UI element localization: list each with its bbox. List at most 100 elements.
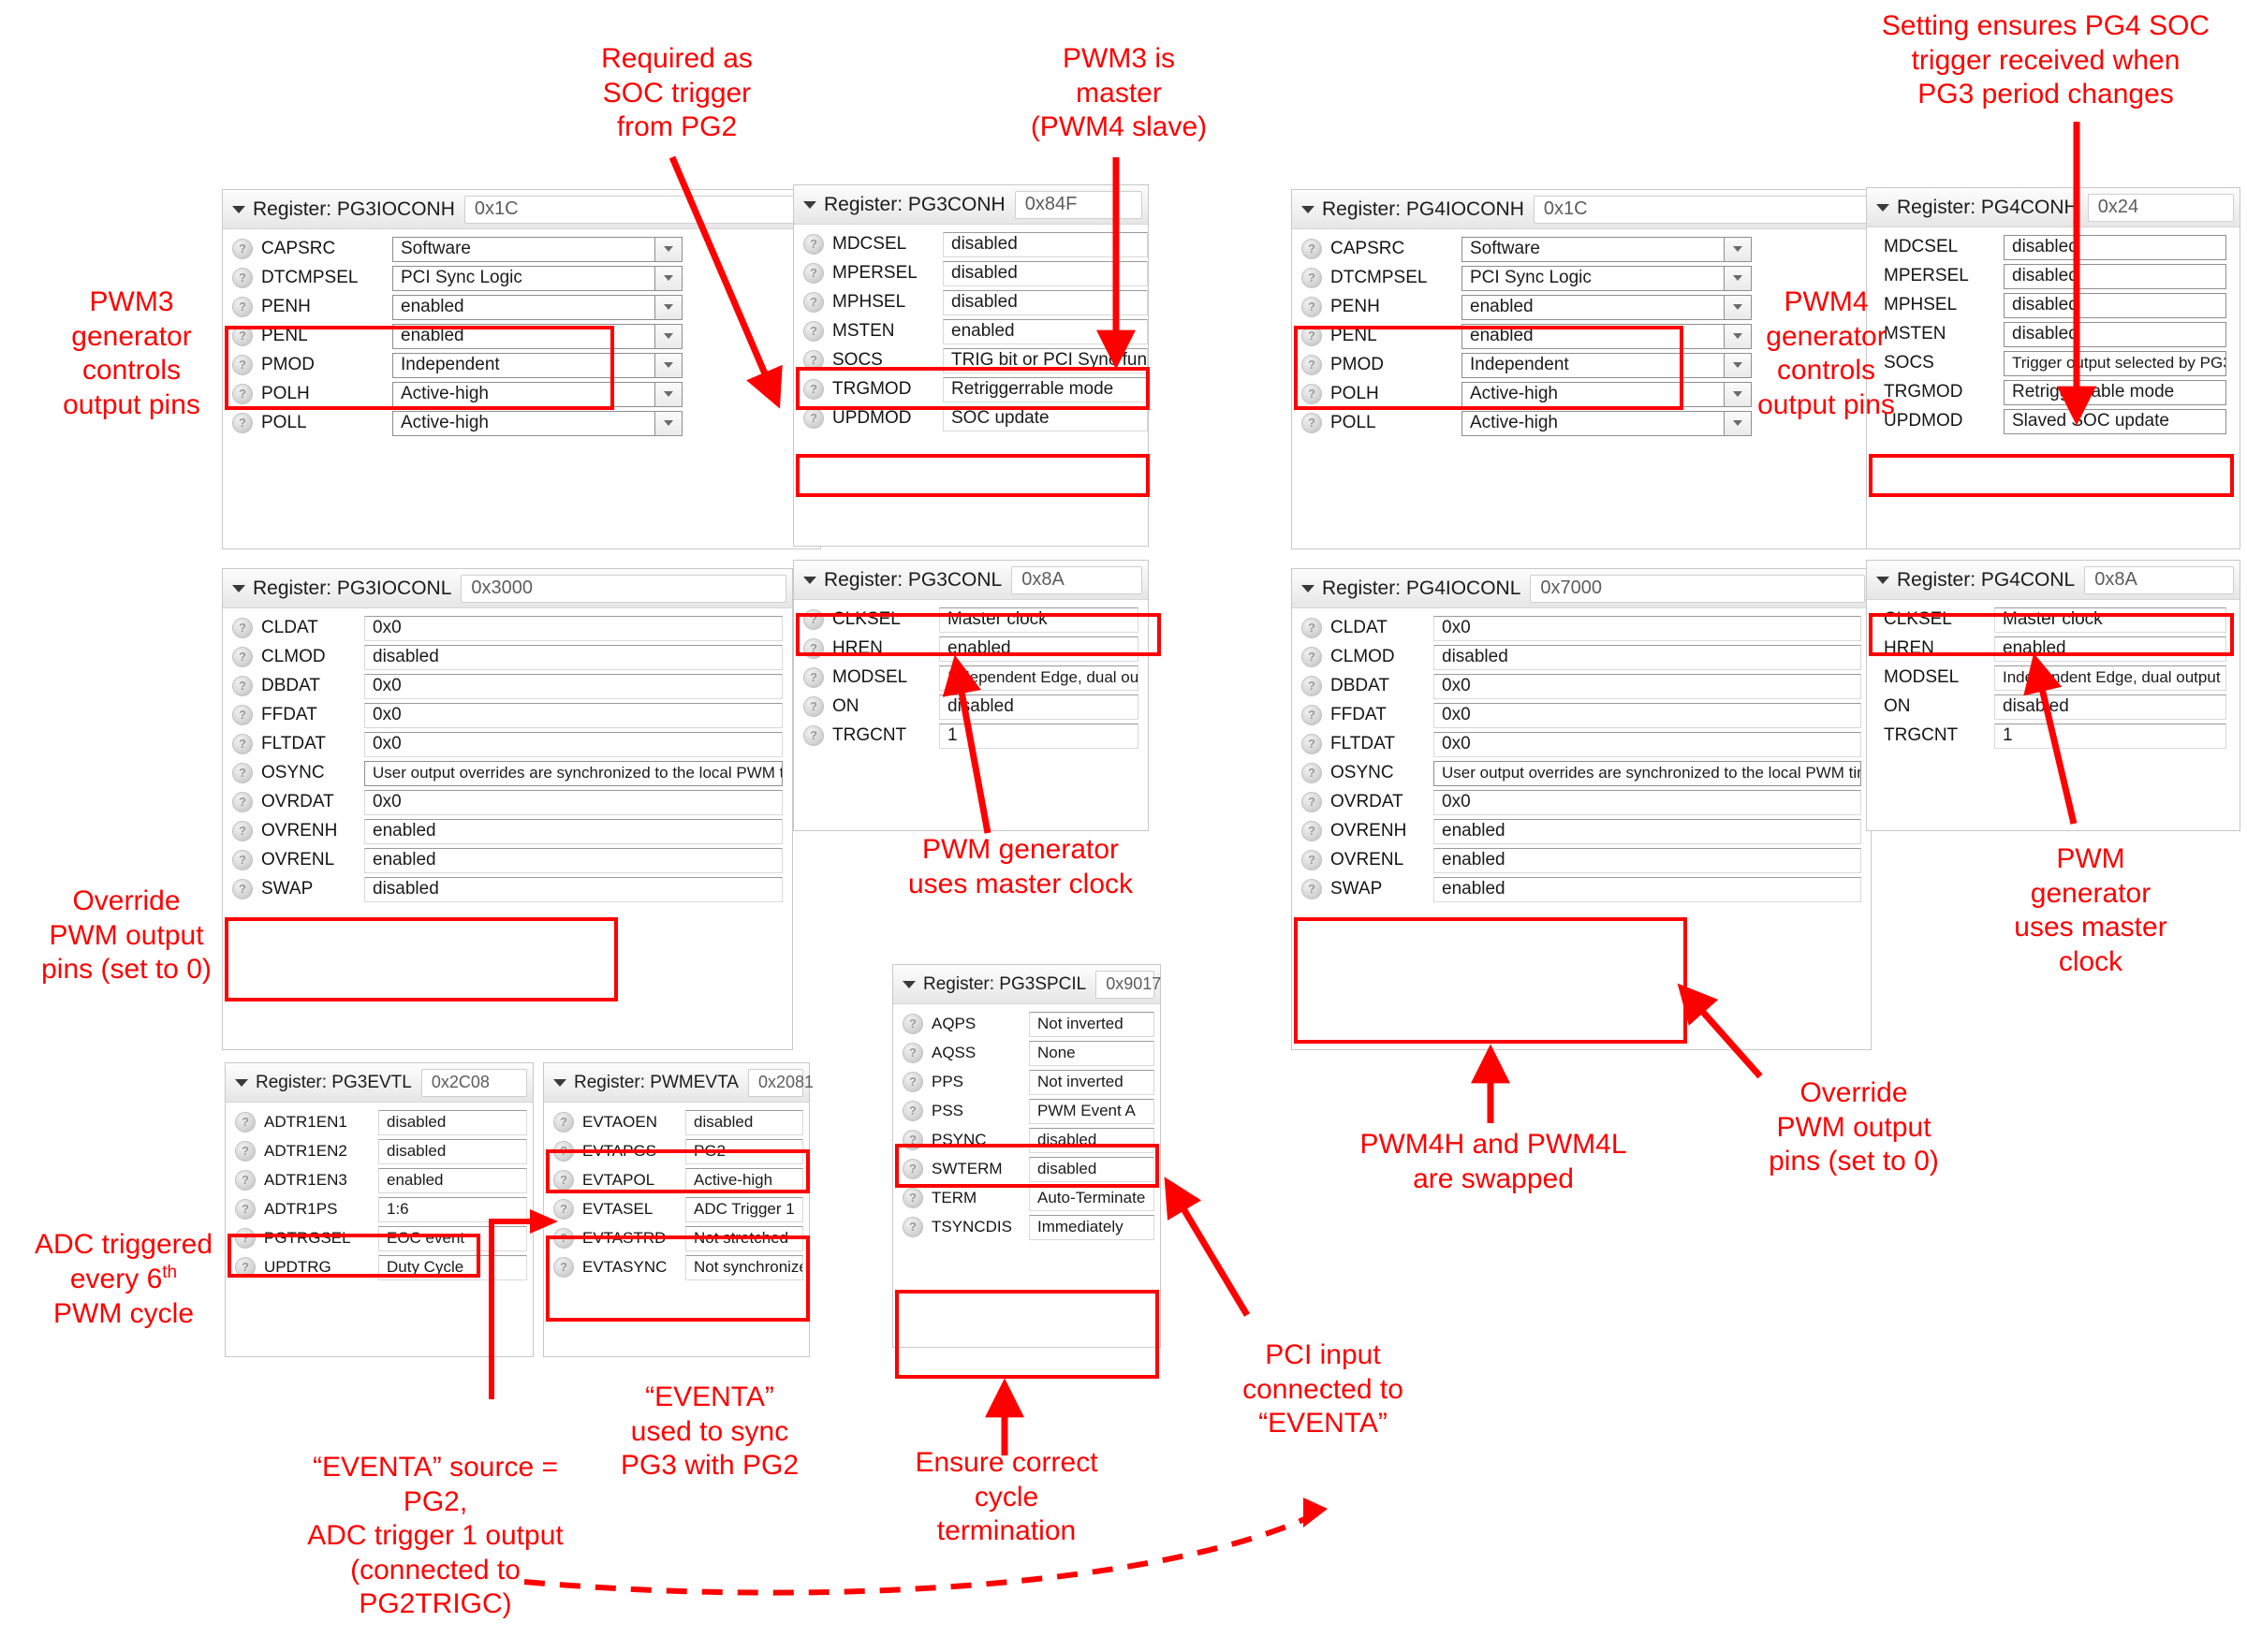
help-icon[interactable]: ? <box>903 1130 923 1150</box>
help-icon[interactable]: ? <box>232 647 253 667</box>
help-icon[interactable]: ? <box>553 1228 574 1249</box>
field-value[interactable]: disabled <box>943 231 1148 257</box>
field-value[interactable]: Software <box>392 236 654 262</box>
collapse-caret-icon[interactable] <box>1876 203 1889 212</box>
field-value[interactable]: 0x0 <box>1433 702 1861 728</box>
collapse-caret-icon[interactable] <box>1301 205 1314 213</box>
chevron-down-icon[interactable] <box>1724 236 1752 262</box>
help-icon[interactable]: ? <box>235 1112 256 1133</box>
register-hex-value[interactable]: 0x2081 <box>747 1068 814 1097</box>
field-value[interactable]: enabled <box>939 636 1138 662</box>
field-value[interactable]: disabled <box>943 260 1148 286</box>
help-icon[interactable]: ? <box>1301 355 1322 375</box>
field-value[interactable]: SOC update <box>943 405 1148 431</box>
field-value[interactable]: enabled <box>392 323 654 349</box>
field-value[interactable]: enabled <box>943 318 1148 344</box>
field-value[interactable]: disabled <box>1994 694 2226 720</box>
field-value[interactable]: enabled <box>364 818 783 844</box>
help-icon[interactable]: ? <box>1301 618 1322 638</box>
field-value[interactable]: disabled <box>943 289 1148 315</box>
help-icon[interactable]: ? <box>1301 879 1322 899</box>
field-value[interactable]: PCI Sync Logic <box>392 265 654 291</box>
field-value[interactable]: enabled <box>364 847 783 873</box>
help-icon[interactable]: ? <box>232 239 253 259</box>
register-hex-value[interactable]: 0x7000 <box>1530 574 1865 603</box>
help-icon[interactable]: ? <box>232 879 253 899</box>
panel-header[interactable]: Register: PG4CONL 0x8A <box>1867 561 2240 600</box>
help-icon[interactable]: ? <box>903 1043 923 1063</box>
field-value[interactable]: 0x0 <box>364 702 783 728</box>
register-hex-value[interactable]: 0x9017 <box>1095 970 1161 999</box>
field-value[interactable]: disabled <box>1029 1127 1154 1153</box>
help-icon[interactable]: ? <box>1301 239 1322 259</box>
help-icon[interactable]: ? <box>803 379 824 400</box>
help-icon[interactable]: ? <box>1301 792 1322 812</box>
collapse-caret-icon[interactable] <box>232 205 245 213</box>
field-value[interactable]: User output overrides are synchronized t… <box>1433 760 1861 786</box>
field-value[interactable]: enabled <box>1461 294 1724 320</box>
field-value[interactable]: 1:6 <box>378 1196 527 1222</box>
field-value[interactable]: 0x0 <box>1433 789 1861 815</box>
field-value[interactable]: Independent <box>1461 352 1724 378</box>
field-value[interactable]: Duty Cycle <box>378 1254 527 1280</box>
field-value[interactable]: None <box>1029 1040 1154 1066</box>
field-value[interactable]: Immediately <box>1029 1214 1154 1240</box>
field-value[interactable]: 0x0 <box>1433 731 1861 757</box>
register-hex-value[interactable]: 0x3000 <box>461 574 786 603</box>
field-value[interactable]: disabled <box>364 644 783 670</box>
help-icon[interactable]: ? <box>903 1101 923 1121</box>
chevron-down-icon[interactable] <box>654 236 683 262</box>
help-icon[interactable]: ? <box>232 821 253 841</box>
field-value[interactable]: disabled <box>378 1138 527 1164</box>
field-value[interactable]: disabled <box>1029 1156 1154 1182</box>
help-icon[interactable]: ? <box>803 408 824 429</box>
field-value[interactable]: disabled <box>1433 644 1861 670</box>
field-value[interactable]: 0x0 <box>364 789 783 815</box>
help-icon[interactable]: ? <box>553 1199 574 1220</box>
help-icon[interactable]: ? <box>1301 734 1322 754</box>
help-icon[interactable]: ? <box>1301 647 1322 667</box>
help-icon[interactable]: ? <box>803 667 824 688</box>
field-value[interactable]: User output overrides are synchronized t… <box>364 760 783 786</box>
help-icon[interactable]: ? <box>803 321 824 342</box>
field-value[interactable]: disabled <box>2004 292 2226 318</box>
chevron-down-icon[interactable] <box>654 265 683 291</box>
field-value[interactable]: enabled <box>1994 636 2226 662</box>
field-value[interactable]: enabled <box>378 1167 527 1193</box>
collapse-caret-icon[interactable] <box>1876 576 1889 584</box>
field-value[interactable]: Trigger output selected by PG3 or PG7 <box>2004 350 2226 376</box>
register-hex-value[interactable]: 0x8A <box>1011 565 1142 594</box>
help-icon[interactable]: ? <box>553 1257 574 1278</box>
field-value[interactable]: enabled <box>1433 818 1861 844</box>
panel-header[interactable]: Register: PG3CONL 0x8A <box>794 561 1148 600</box>
field-value[interactable]: 1 <box>939 723 1138 749</box>
help-icon[interactable]: ? <box>1301 384 1322 404</box>
panel-header[interactable]: Register: PG4CONH 0x24 <box>1867 188 2240 227</box>
help-icon[interactable]: ? <box>1301 850 1322 870</box>
help-icon[interactable]: ? <box>232 734 253 754</box>
help-icon[interactable]: ? <box>232 763 253 783</box>
register-hex-value[interactable]: 0x24 <box>2087 193 2234 222</box>
help-icon[interactable]: ? <box>803 263 824 284</box>
field-value[interactable]: 0x0 <box>364 615 783 641</box>
register-hex-value[interactable]: 0x8A <box>2084 565 2234 594</box>
panel-header[interactable]: Register: PG3IOCONL 0x3000 <box>223 569 792 608</box>
help-icon[interactable]: ? <box>232 850 253 870</box>
panel-header[interactable]: Register: PWMEVTA 0x2081 <box>544 1063 814 1103</box>
help-icon[interactable]: ? <box>553 1141 574 1162</box>
field-value[interactable]: Retriggerrable mode <box>2004 379 2226 405</box>
register-hex-value[interactable]: 0x1C <box>463 195 815 224</box>
help-icon[interactable]: ? <box>1301 763 1322 783</box>
help-icon[interactable]: ? <box>903 1217 923 1237</box>
field-value[interactable]: disabled <box>939 694 1138 720</box>
help-icon[interactable]: ? <box>553 1112 574 1133</box>
field-value[interactable]: Not synchronized <box>685 1254 803 1280</box>
field-value[interactable]: Active-high <box>392 381 654 407</box>
help-icon[interactable]: ? <box>1301 326 1322 346</box>
help-icon[interactable]: ? <box>1301 297 1322 317</box>
help-icon[interactable]: ? <box>1301 705 1322 725</box>
field-value[interactable]: 0x0 <box>364 673 783 699</box>
field-value[interactable]: EOC event <box>378 1225 527 1251</box>
field-value[interactable]: PCI Sync Logic <box>1461 265 1724 291</box>
chevron-down-icon[interactable] <box>654 352 683 378</box>
